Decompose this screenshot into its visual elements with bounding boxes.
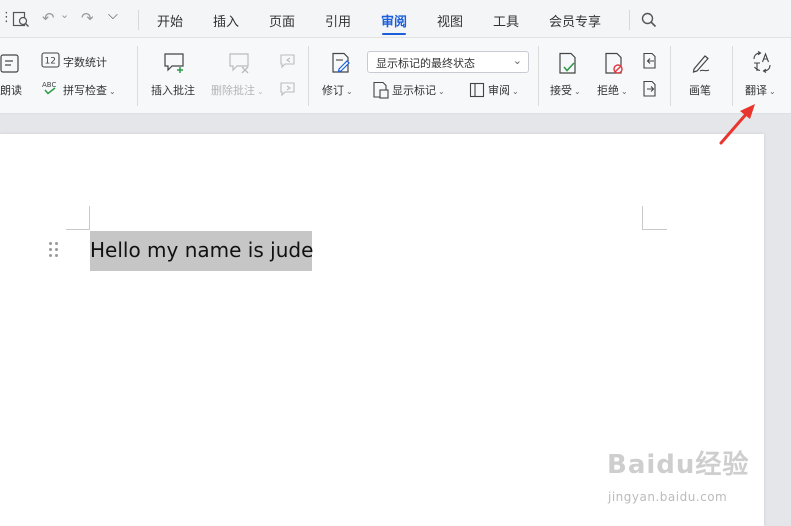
document-paragraph[interactable]: Hello my name is jude [90, 238, 313, 262]
read-aloud-icon[interactable] [0, 53, 22, 75]
watermark-url: jingyan.baidu.com [608, 490, 728, 504]
margin-corner-mark [66, 229, 90, 230]
word-count-badge: 12 [45, 57, 56, 67]
paragraph-drag-handle-icon[interactable] [48, 241, 60, 259]
print-preview-icon[interactable] [12, 11, 30, 28]
active-tab-indicator [382, 33, 406, 35]
search-icon[interactable] [641, 12, 657, 28]
review-pane-caret: ⌄ [512, 87, 519, 96]
track-changes-icon[interactable] [330, 52, 352, 74]
spell-check-caret: ⌄ [109, 87, 116, 96]
show-markup-button[interactable]: 显示标记 ⌄ [392, 82, 445, 98]
spell-check-icon[interactable]: ABC [41, 80, 63, 96]
next-comment-icon [280, 82, 295, 97]
ribbon-separator [137, 46, 138, 106]
track-changes-label: 修订 [322, 84, 344, 97]
reject-icon[interactable] [603, 52, 625, 76]
margin-corner-mark [642, 206, 643, 230]
word-count-icon[interactable]: 12 [41, 52, 61, 68]
track-changes-caret: ⌄ [346, 87, 353, 96]
menu-separator [138, 10, 139, 30]
tab-review[interactable]: 审阅 [381, 11, 407, 30]
tab-references[interactable]: 引用 [325, 11, 351, 30]
annotation-arrow-icon [719, 104, 755, 145]
read-aloud-button[interactable]: 朗读 [0, 82, 22, 98]
previous-change-icon[interactable] [641, 52, 659, 70]
accept-label: 接受 [550, 84, 572, 97]
translate-caret: ⌄ [769, 87, 776, 96]
tab-insert[interactable]: 插入 [213, 11, 239, 30]
track-changes-button[interactable]: 修订 ⌄ [322, 82, 353, 98]
tab-tools[interactable]: 工具 [493, 11, 519, 30]
previous-comment-icon [280, 54, 295, 69]
translate-button[interactable]: 翻译 ⌄ [745, 82, 776, 98]
delete-comment-caret: ⌄ [257, 87, 264, 96]
markup-state-value: 显示标记的最终状态 [376, 57, 475, 70]
pen-icon[interactable] [690, 52, 712, 74]
insert-comment-icon[interactable] [163, 52, 187, 74]
accept-caret: ⌄ [574, 87, 581, 96]
show-markup-icon[interactable] [372, 81, 390, 99]
show-markup-label: 显示标记 [392, 84, 436, 97]
margin-corner-mark [89, 206, 90, 230]
word-count-button[interactable]: 字数统计 [63, 54, 107, 70]
reject-label: 拒绝 [597, 84, 619, 97]
watermark-brand: Baidu经验 [607, 450, 750, 480]
next-change-icon[interactable] [641, 80, 659, 98]
ribbon-separator [308, 46, 309, 106]
tab-member[interactable]: 会员专享 [549, 11, 601, 30]
insert-comment-button[interactable]: 插入批注 [151, 82, 195, 98]
ribbon-separator [670, 46, 671, 106]
show-markup-caret: ⌄ [438, 87, 445, 96]
accept-icon[interactable] [557, 52, 579, 76]
more-commands-icon[interactable]: ⌵ [108, 8, 118, 23]
chevron-down-icon: ⌄ [512, 54, 522, 67]
baidu-watermark: Baidu经验 jingyan.baidu.com [604, 440, 754, 514]
tab-view[interactable]: 视图 [437, 11, 463, 30]
delete-comment-label: 删除批注 [211, 84, 255, 97]
reject-button[interactable]: 拒绝 ⌄ [597, 82, 628, 98]
menu-bar: ⋮ ↶ ⌄ ↷ ⌵ 开始 插入 页面 引用 审阅 视图 工具 会员专享 [0, 0, 791, 38]
review-pane-icon[interactable] [469, 82, 485, 98]
translate-label: 翻译 [745, 84, 767, 97]
undo-dropdown-icon[interactable]: ⌄ [60, 8, 69, 21]
spell-check-label: 拼写检查 [63, 84, 107, 97]
ribbon-separator [732, 46, 733, 106]
delete-comment-icon [229, 53, 249, 74]
margin-corner-mark [642, 229, 667, 230]
undo-icon[interactable]: ↶ [42, 9, 55, 27]
pen-button[interactable]: 画笔 [689, 82, 711, 98]
delete-comment-button: 删除批注 ⌄ [211, 82, 264, 98]
spell-check-button[interactable]: 拼写检查 ⌄ [63, 82, 116, 98]
markup-state-select[interactable]: 显示标记的最终状态 ⌄ [367, 51, 529, 73]
review-pane-button[interactable]: 审阅 ⌄ [488, 82, 519, 98]
reject-caret: ⌄ [621, 87, 628, 96]
review-pane-label: 审阅 [488, 84, 510, 97]
tab-page[interactable]: 页面 [269, 11, 295, 30]
translate-icon[interactable] [751, 51, 773, 73]
menu-separator [629, 10, 630, 30]
accept-button[interactable]: 接受 ⌄ [550, 82, 581, 98]
ribbon-separator [538, 46, 539, 106]
review-ribbon: 朗读 12 字数统计 ABC 拼写检查 ⌄ 插入批注 删除批注 ⌄ 修订 ⌄ 显… [0, 38, 791, 114]
redo-icon[interactable]: ↷ [81, 9, 94, 27]
tab-home[interactable]: 开始 [157, 11, 183, 30]
